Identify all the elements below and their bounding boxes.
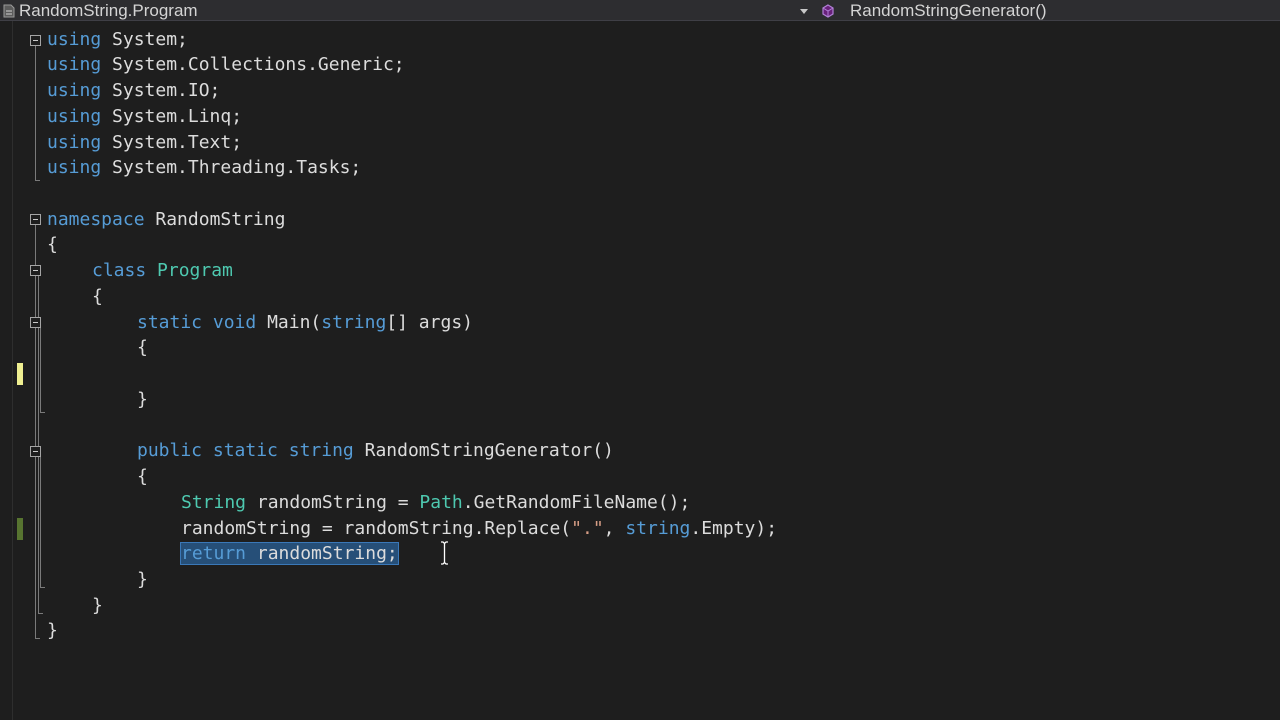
keyword: namespace bbox=[47, 209, 145, 230]
saved-change-marker bbox=[17, 518, 23, 540]
keyword: string bbox=[288, 440, 354, 461]
keyword: static bbox=[212, 440, 278, 461]
code-editor[interactable]: using System; using System.Collections.G… bbox=[0, 21, 1280, 720]
code-text: randomString = randomString.Replace( bbox=[181, 518, 572, 539]
method-icon bbox=[822, 3, 834, 18]
collapse-usings-icon[interactable] bbox=[30, 35, 41, 46]
collapse-class-icon[interactable] bbox=[30, 265, 41, 276]
code-text: randomString = bbox=[246, 492, 420, 513]
keyword: return bbox=[181, 543, 247, 564]
brace: { bbox=[137, 466, 148, 487]
method-name: RandomStringGenerator() bbox=[364, 440, 614, 461]
type-dropdown[interactable]: RandomString.Program bbox=[0, 0, 198, 21]
outline-guide-end bbox=[40, 587, 45, 588]
keyword: using bbox=[47, 29, 102, 50]
code-text: randomString; bbox=[246, 543, 398, 564]
type-name: Program bbox=[157, 260, 233, 281]
code-line-22[interactable]: } bbox=[137, 569, 148, 591]
code-line-20[interactable]: randomString = randomString.Replace(".",… bbox=[181, 518, 777, 540]
code-text: System.IO; bbox=[101, 80, 221, 101]
outline-guide bbox=[35, 46, 36, 180]
outline-guide-end bbox=[38, 613, 43, 614]
brace: } bbox=[137, 569, 148, 590]
outline-guide bbox=[40, 328, 41, 412]
code-line-23[interactable]: } bbox=[92, 595, 103, 617]
code-line-24[interactable]: } bbox=[47, 620, 58, 642]
code-text: System.Text; bbox=[101, 132, 243, 153]
brace: { bbox=[47, 234, 58, 255]
i-beam-cursor-icon bbox=[441, 541, 448, 565]
code-line-8[interactable]: namespace RandomString bbox=[47, 209, 285, 231]
code-line-18[interactable]: { bbox=[137, 466, 148, 488]
member-dropdown[interactable]: RandomStringGenerator() bbox=[800, 0, 1047, 21]
outline-guide-end bbox=[40, 412, 45, 413]
code-text: System.Linq; bbox=[101, 106, 243, 127]
collapse-main-icon[interactable] bbox=[30, 317, 41, 328]
collapse-generator-icon[interactable] bbox=[30, 446, 41, 457]
keyword: using bbox=[47, 106, 102, 127]
unsaved-change-marker bbox=[17, 363, 23, 385]
keyword: using bbox=[47, 132, 102, 153]
keyword: static bbox=[137, 312, 203, 333]
keyword: public bbox=[137, 440, 203, 461]
code-text: .Empty); bbox=[690, 518, 778, 539]
code-line-10[interactable]: class Program bbox=[92, 260, 233, 282]
code-line-3[interactable]: using System.IO; bbox=[47, 80, 220, 102]
code-text: System.Threading.Tasks; bbox=[101, 157, 362, 178]
outline-guide bbox=[35, 225, 36, 638]
code-text: System; bbox=[101, 29, 188, 50]
code-text: .GetRandomFileName(); bbox=[462, 492, 691, 513]
string-literal: "." bbox=[571, 518, 604, 539]
chevron-down-icon[interactable] bbox=[800, 8, 808, 14]
code-line-19[interactable]: String randomString = Path.GetRandomFile… bbox=[181, 492, 690, 514]
brace: { bbox=[92, 286, 103, 307]
outline-guide bbox=[40, 457, 41, 587]
csharp-file-icon bbox=[3, 4, 15, 17]
code-line-13[interactable]: { bbox=[137, 337, 148, 359]
code-line-4[interactable]: using System.Linq; bbox=[47, 106, 242, 128]
keyword: string bbox=[321, 312, 387, 333]
keyword: using bbox=[47, 80, 102, 101]
code-line-11[interactable]: { bbox=[92, 286, 103, 308]
code-line-17[interactable]: public static string RandomStringGenerat… bbox=[137, 440, 614, 462]
selected-text[interactable]: return randomString; bbox=[180, 542, 399, 565]
collapse-namespace-icon[interactable] bbox=[30, 214, 41, 225]
code-line-12[interactable]: static void Main(string[] args) bbox=[137, 312, 473, 334]
keyword: class bbox=[92, 260, 147, 281]
code-text: [] args) bbox=[386, 312, 473, 333]
navigation-bar: RandomString.Program RandomStringGenerat… bbox=[0, 0, 1280, 21]
outline-guide-end bbox=[35, 180, 40, 181]
code-line-21[interactable]: return randomString; bbox=[180, 542, 399, 565]
keyword: void bbox=[212, 312, 257, 333]
code-line-15[interactable]: } bbox=[137, 389, 148, 411]
code-text: RandomString bbox=[144, 209, 286, 230]
brace: } bbox=[137, 389, 148, 410]
keyword: using bbox=[47, 157, 102, 178]
type-dropdown-label: RandomString.Program bbox=[19, 0, 198, 20]
brace: { bbox=[137, 337, 148, 358]
code-line-5[interactable]: using System.Text; bbox=[47, 132, 242, 154]
keyword: using bbox=[47, 54, 102, 75]
method-name: Main( bbox=[267, 312, 322, 333]
code-line-1[interactable]: using System; bbox=[47, 29, 188, 51]
code-line-6[interactable]: using System.Threading.Tasks; bbox=[47, 157, 361, 179]
member-dropdown-label: RandomStringGenerator() bbox=[850, 0, 1047, 20]
indicator-margin-divider bbox=[12, 21, 13, 720]
code-text: System.Collections.Generic; bbox=[101, 54, 405, 75]
brace: } bbox=[92, 595, 103, 616]
type-name: Path bbox=[419, 492, 463, 513]
type-name: String bbox=[181, 492, 247, 513]
outline-guide-end bbox=[35, 638, 40, 639]
code-text: , bbox=[603, 518, 626, 539]
code-line-2[interactable]: using System.Collections.Generic; bbox=[47, 54, 405, 76]
keyword: string bbox=[625, 518, 691, 539]
brace: } bbox=[47, 620, 58, 641]
code-line-9[interactable]: { bbox=[47, 234, 58, 256]
